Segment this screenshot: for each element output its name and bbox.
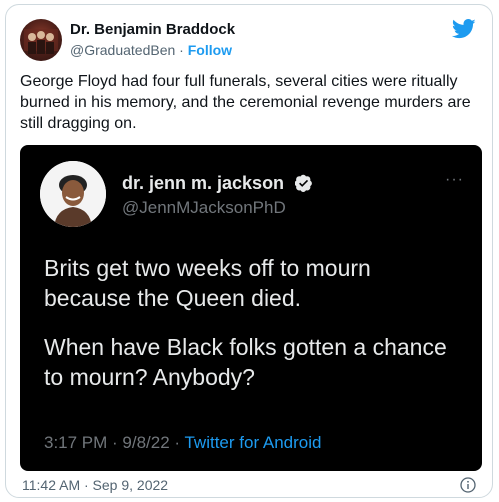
quoted-tweet-time[interactable]: 3:17 PM · 9/8/22 · xyxy=(44,433,184,452)
separator: · xyxy=(179,42,184,58)
author-handle[interactable]: @GraduatedBen xyxy=(70,42,175,58)
follow-button[interactable]: Follow xyxy=(188,42,232,58)
quoted-tweet[interactable]: dr. jenn m. jackson @JennMJacksonPhD ···… xyxy=(20,145,482,471)
twitter-bird-icon[interactable] xyxy=(452,19,476,39)
quoted-author-avatar[interactable] xyxy=(40,161,106,227)
tweet-timestamp[interactable]: 11:42 AM · Sep 9, 2022 xyxy=(22,477,168,493)
more-icon[interactable]: ··· xyxy=(445,171,464,189)
author-name[interactable]: Dr. Benjamin Braddock xyxy=(70,21,235,38)
verified-badge-icon xyxy=(295,174,312,192)
quoted-tweet-meta: 3:17 PM · 9/8/22 · Twitter for Android xyxy=(44,433,322,453)
author-avatar[interactable] xyxy=(20,19,62,61)
author-handle-line: @GraduatedBen · Follow xyxy=(70,42,232,58)
quoted-tweet-paragraph-2: When have Black folks gotten a chance to… xyxy=(44,334,447,390)
tweet-text: George Floyd had four full funerals, sev… xyxy=(20,73,471,132)
tweet-card: Dr. Benjamin Braddock @GraduatedBen · Fo… xyxy=(5,4,493,498)
info-icon[interactable] xyxy=(460,477,476,493)
quoted-author-name-line[interactable]: dr. jenn m. jackson xyxy=(122,173,313,194)
quoted-tweet-paragraph-1: Brits get two weeks off to mourn because… xyxy=(44,255,371,311)
quoted-tweet-source[interactable]: Twitter for Android xyxy=(184,433,321,452)
quoted-author-name[interactable]: dr. jenn m. jackson xyxy=(122,173,284,193)
quoted-author-handle[interactable]: @JennMJacksonPhD xyxy=(122,198,286,218)
